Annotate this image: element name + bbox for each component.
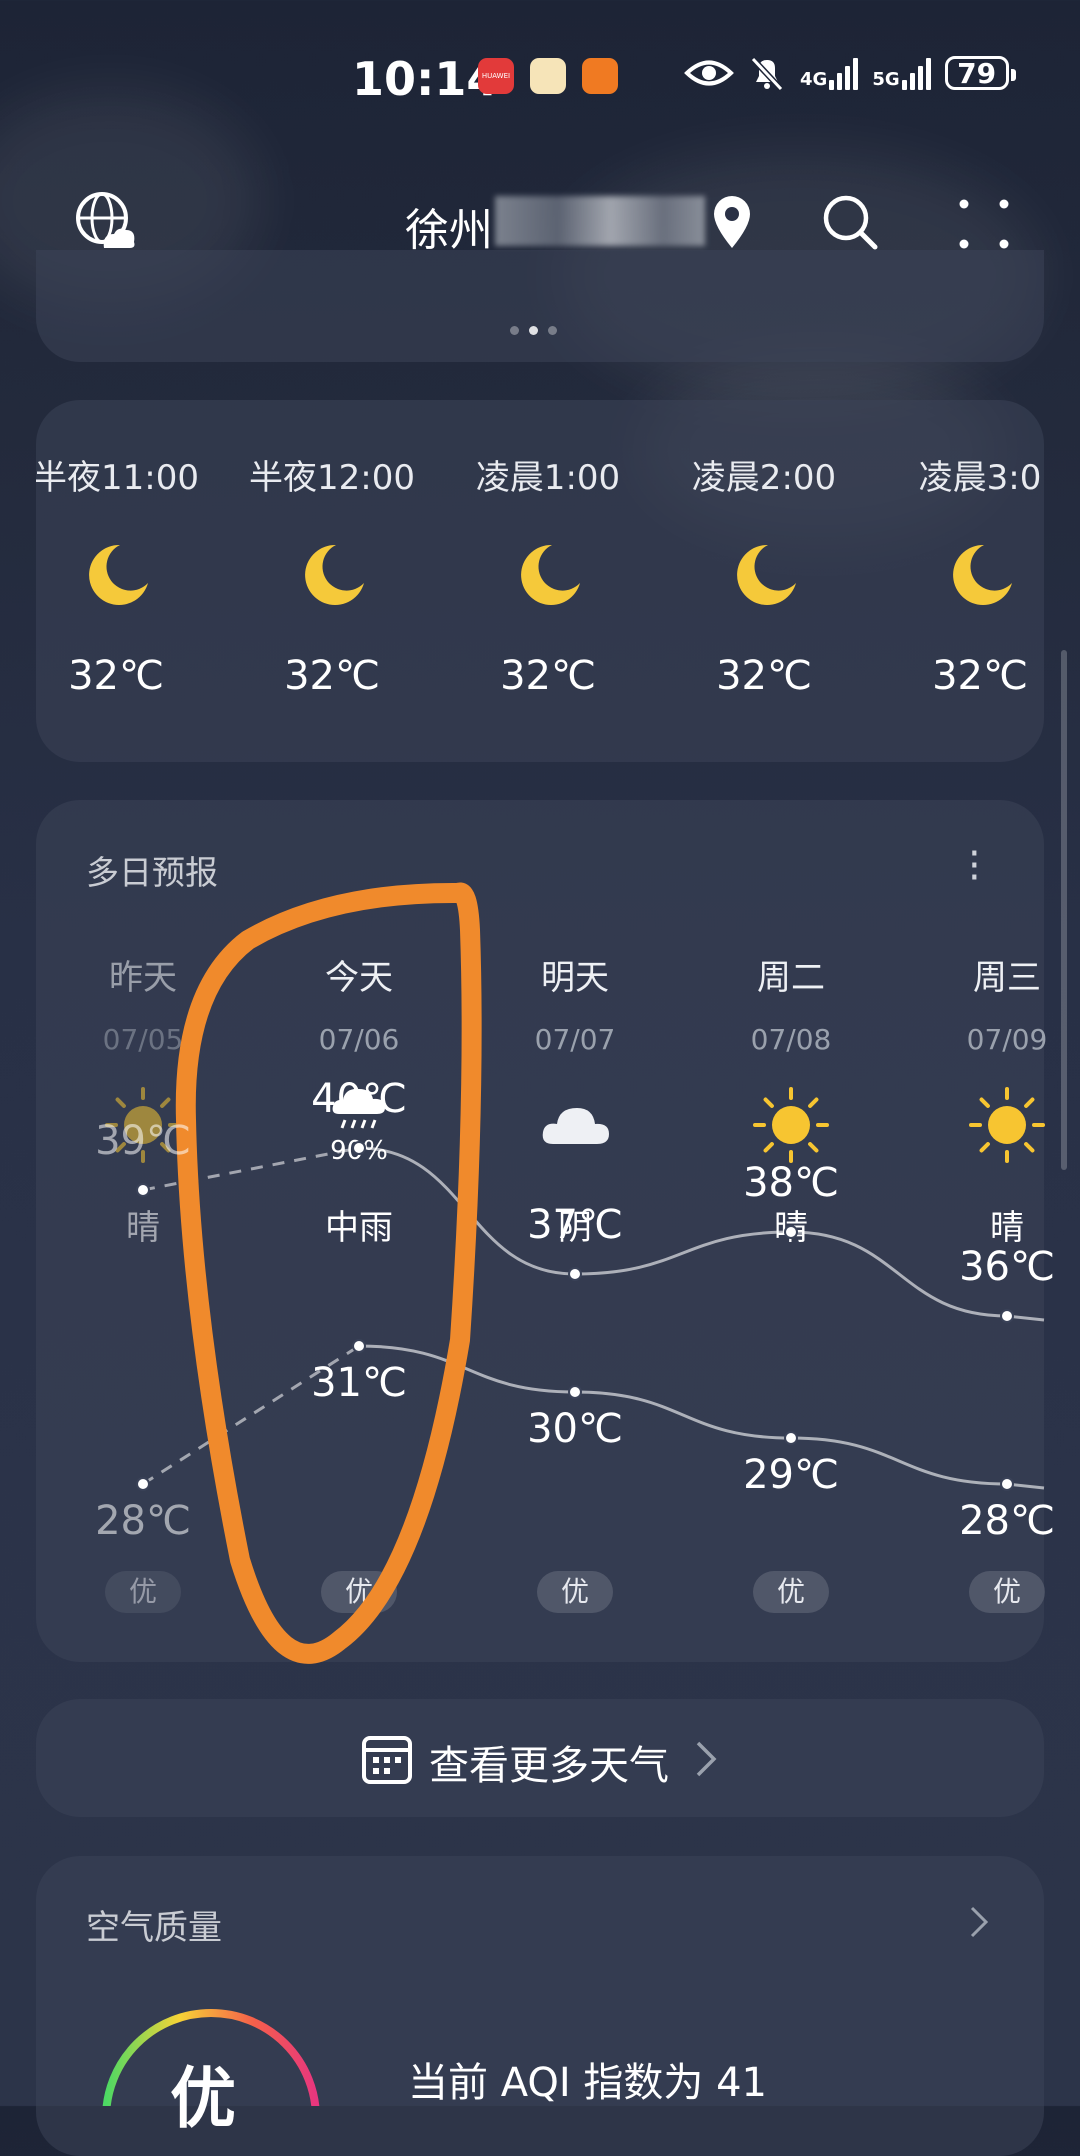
low-temp-point (136, 1477, 150, 1491)
low-temp-label: 28℃ (95, 1498, 191, 1544)
air-quality-title: 空气质量 (86, 1908, 222, 1948)
high-temp-point (784, 1225, 798, 1239)
view-more-weather-button[interactable]: 查看更多天气 (36, 1699, 1044, 1817)
chevron-right-icon (696, 1741, 717, 1777)
low-temp-label: 30℃ (527, 1406, 623, 1452)
low-temp-label: 28℃ (959, 1498, 1055, 1544)
low-temp-label: 31℃ (311, 1360, 407, 1406)
high-temp-label: 39℃ (95, 1118, 191, 1164)
high-temp-label: 38℃ (743, 1160, 839, 1206)
high-temp-label: 40℃ (311, 1076, 407, 1122)
view-more-weather-label: 查看更多天气 (429, 1743, 669, 1789)
calendar-icon (362, 1736, 412, 1784)
low-temp-point (568, 1385, 582, 1399)
high-temp-label: 36℃ (959, 1244, 1055, 1290)
chevron-right-icon (970, 1906, 989, 1938)
low-temp-point (784, 1431, 798, 1445)
low-temp-point (352, 1339, 366, 1353)
high-temp-label: 37℃ (527, 1202, 623, 1248)
high-temp-point (136, 1183, 150, 1197)
high-temp-point (352, 1141, 366, 1155)
high-temp-point (568, 1267, 582, 1281)
low-temp-point (1000, 1477, 1014, 1491)
high-temp-point (1000, 1309, 1014, 1323)
aqi-level: 优 (170, 2060, 236, 2137)
low-temp-label: 29℃ (743, 1452, 839, 1498)
aqi-summary: 当前 AQI 指数为 41 (408, 2060, 767, 2106)
